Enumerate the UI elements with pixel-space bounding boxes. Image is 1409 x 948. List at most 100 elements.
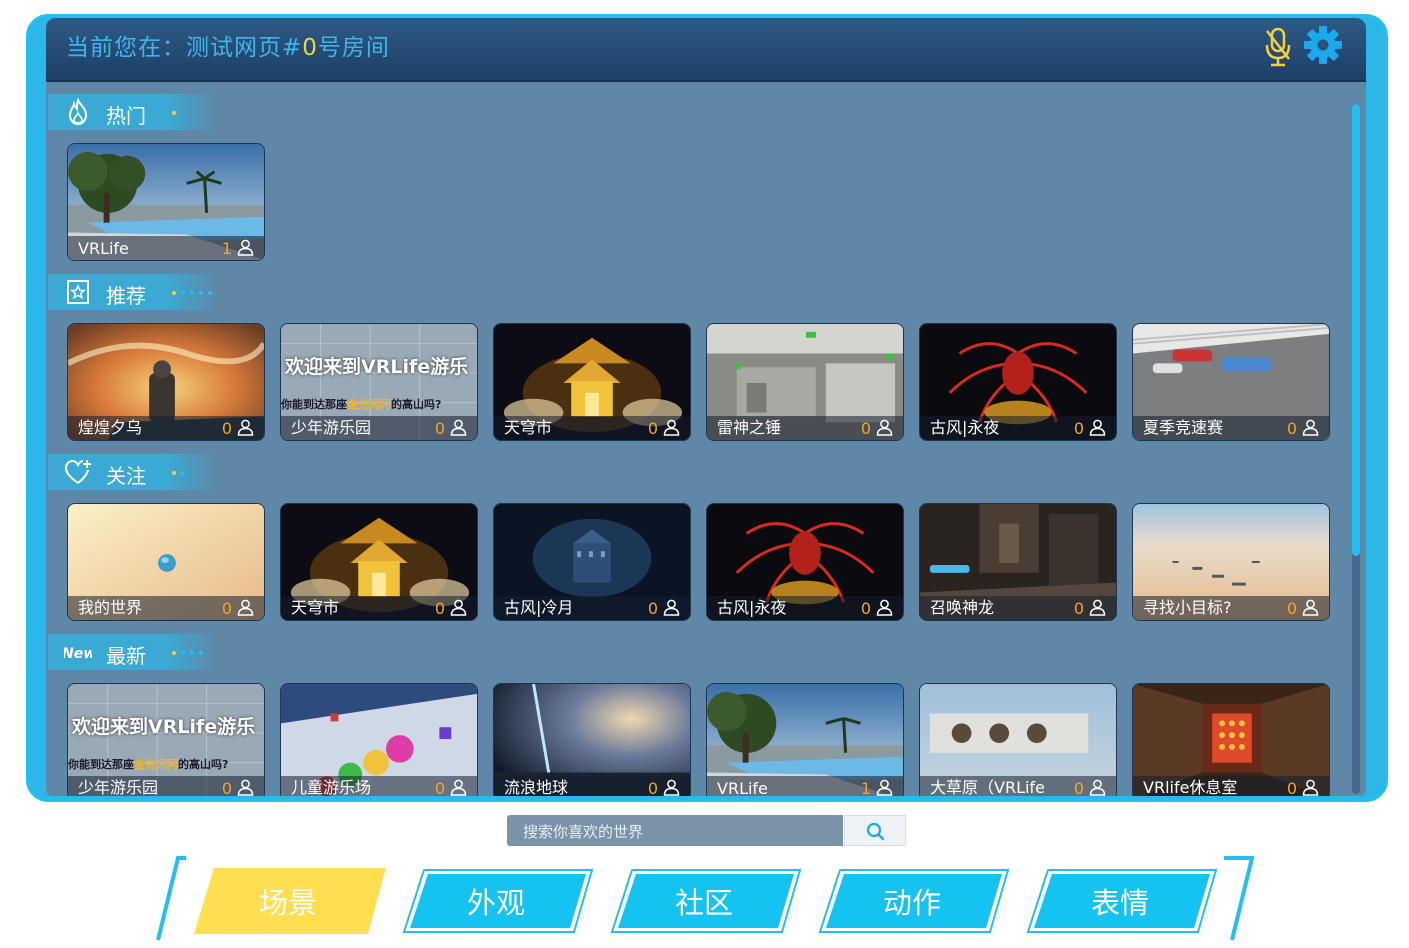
online-count: 0 bbox=[434, 779, 445, 796]
world-card[interactable]: 寻找小目标? 0 bbox=[1132, 503, 1330, 621]
world-card[interactable]: 古风|冷月 0 bbox=[493, 503, 691, 621]
world-name: VRLife bbox=[78, 239, 129, 258]
world-name: 古风|永夜 bbox=[930, 418, 1000, 437]
world-name: 天穹市 bbox=[291, 598, 340, 617]
world-card[interactable]: VRLife 1 bbox=[706, 683, 904, 796]
user-icon bbox=[237, 239, 254, 256]
online-count: 0 bbox=[221, 779, 232, 796]
online-count: 0 bbox=[860, 419, 871, 438]
world-card[interactable]: VRlife休息室 0 bbox=[1132, 683, 1330, 796]
user-icon bbox=[1302, 419, 1319, 436]
tab-scene[interactable]: 场景 bbox=[194, 868, 386, 934]
section-dots bbox=[172, 291, 217, 296]
world-card[interactable]: 天穹市 0 bbox=[280, 503, 478, 621]
world-list[interactable]: 热门 VRLife 1 推荐 煌煌夕乌 0 欢迎来到VRLife游乐 你能到达那… bbox=[46, 80, 1346, 796]
section-label: 热门 bbox=[106, 104, 146, 128]
world-name: 古风|冷月 bbox=[504, 598, 574, 617]
online-count: 1 bbox=[860, 779, 871, 796]
world-name: 我的世界 bbox=[78, 598, 143, 617]
tab-emotes[interactable]: 表情 bbox=[1026, 868, 1218, 933]
microphone-muted-icon[interactable] bbox=[1264, 26, 1292, 68]
tab-label: 动作 bbox=[882, 886, 941, 920]
banner-sub1: 你能到达那座 bbox=[281, 398, 347, 411]
tab-community[interactable]: 社区 bbox=[610, 868, 802, 933]
user-icon bbox=[450, 779, 467, 796]
world-name: VRlife休息室 bbox=[1143, 778, 1238, 796]
world-card[interactable]: 流浪地球 0 bbox=[493, 683, 691, 796]
online-count: 0 bbox=[647, 599, 658, 618]
world-card[interactable]: 欢迎来到VRLife游乐 你能到达那座金光闪闪的高山吗? 少年游乐园 0 bbox=[280, 323, 478, 441]
tab-label: 外观 bbox=[466, 886, 525, 920]
new-badge-icon: New bbox=[64, 646, 92, 662]
online-count: 0 bbox=[860, 599, 871, 618]
world-card[interactable]: 煌煌夕乌 0 bbox=[67, 323, 265, 441]
user-icon bbox=[1302, 779, 1319, 796]
user-icon bbox=[663, 599, 680, 616]
online-count: 0 bbox=[434, 599, 445, 618]
world-card[interactable]: 我的世界 0 bbox=[67, 503, 265, 621]
fire-icon bbox=[68, 98, 88, 126]
top-bar: 当前您在：测试网页#0号房间 bbox=[46, 18, 1366, 82]
world-card[interactable]: 天穹市 0 bbox=[493, 323, 691, 441]
scrollbar-track[interactable] bbox=[1352, 104, 1360, 794]
world-card[interactable]: 大草原（VRLife 0 bbox=[919, 683, 1117, 796]
online-count: 0 bbox=[1073, 419, 1084, 438]
online-count: 0 bbox=[1073, 779, 1084, 796]
section-dots bbox=[172, 651, 208, 656]
main-panel: 当前您在：测试网页#0号房间 热门 VRLife 1 推荐 煌煌夕乌 0 欢迎来… bbox=[46, 18, 1366, 796]
world-card[interactable]: 夏季竞速赛 0 bbox=[1132, 323, 1330, 441]
gear-icon[interactable] bbox=[1302, 24, 1344, 66]
online-count: 0 bbox=[1286, 779, 1297, 796]
banner-text: 欢迎来到VRLife游乐 bbox=[285, 356, 469, 378]
search-button[interactable] bbox=[844, 815, 906, 846]
tab-label: 表情 bbox=[1090, 886, 1149, 920]
world-card[interactable]: 召唤神龙 0 bbox=[919, 503, 1117, 621]
user-icon bbox=[876, 779, 893, 796]
section-newest: New 最新 bbox=[48, 634, 218, 670]
user-icon bbox=[876, 419, 893, 436]
banner-subtext: 你能到达那座金光闪闪的高山吗? bbox=[68, 756, 228, 772]
section-dots bbox=[172, 111, 181, 116]
page-title: 当前您在：测试网页#0号房间 bbox=[66, 28, 390, 62]
tab-label: 场景 bbox=[258, 886, 317, 920]
user-icon bbox=[1089, 779, 1106, 796]
search-input[interactable] bbox=[507, 815, 845, 848]
banner-sub1: 你能到达那座 bbox=[68, 758, 134, 771]
online-count: 0 bbox=[647, 779, 658, 796]
section-label: 关注 bbox=[106, 464, 146, 488]
banner-sub2: 金光闪闪 bbox=[347, 398, 391, 411]
world-name: 寻找小目标? bbox=[1143, 598, 1232, 617]
user-icon bbox=[1089, 419, 1106, 436]
tab-actions[interactable]: 动作 bbox=[818, 868, 1010, 933]
section-recommended: 推荐 bbox=[48, 274, 218, 310]
banner-sub3: 的高山吗? bbox=[178, 758, 229, 771]
world-name: 夏季竞速赛 bbox=[1143, 418, 1224, 437]
online-count: 0 bbox=[1073, 599, 1084, 618]
banner-text: 欢迎来到VRLife游乐 bbox=[72, 716, 256, 738]
scrollbar-thumb[interactable] bbox=[1352, 104, 1360, 556]
user-icon bbox=[663, 419, 680, 436]
world-card[interactable]: VRLife 1 bbox=[67, 143, 265, 261]
user-icon bbox=[1302, 599, 1319, 616]
online-count: 0 bbox=[221, 599, 232, 618]
section-dots bbox=[172, 471, 190, 476]
title-prefix: 当前您在：测试网页# bbox=[66, 35, 303, 61]
world-card[interactable]: 欢迎来到VRLife游乐 你能到达那座金光闪闪的高山吗? 少年游乐园 0 bbox=[67, 683, 265, 796]
world-name: 召唤神龙 bbox=[930, 598, 995, 617]
online-count: 0 bbox=[1286, 419, 1297, 438]
section-hot: 热门 bbox=[48, 94, 218, 130]
world-card[interactable]: 雷神之锤 0 bbox=[706, 323, 904, 441]
world-card[interactable]: 古风|永夜 0 bbox=[919, 323, 1117, 441]
world-card[interactable]: 古风|永夜 0 bbox=[706, 503, 904, 621]
world-name: 大草原（VRLife bbox=[930, 778, 1045, 796]
world-name: 雷神之锤 bbox=[717, 418, 782, 437]
tab-appearance[interactable]: 外观 bbox=[402, 868, 594, 933]
heart-plus-icon bbox=[64, 459, 91, 484]
world-card[interactable]: 儿童游乐场 0 bbox=[280, 683, 478, 796]
online-count: 1 bbox=[221, 239, 232, 258]
user-icon bbox=[450, 599, 467, 616]
banner-subtext: 你能到达那座金光闪闪的高山吗? bbox=[281, 396, 441, 412]
banner-sub2: 金光闪闪 bbox=[134, 758, 178, 771]
world-name: 少年游乐园 bbox=[291, 418, 372, 437]
search-bar bbox=[507, 815, 845, 848]
